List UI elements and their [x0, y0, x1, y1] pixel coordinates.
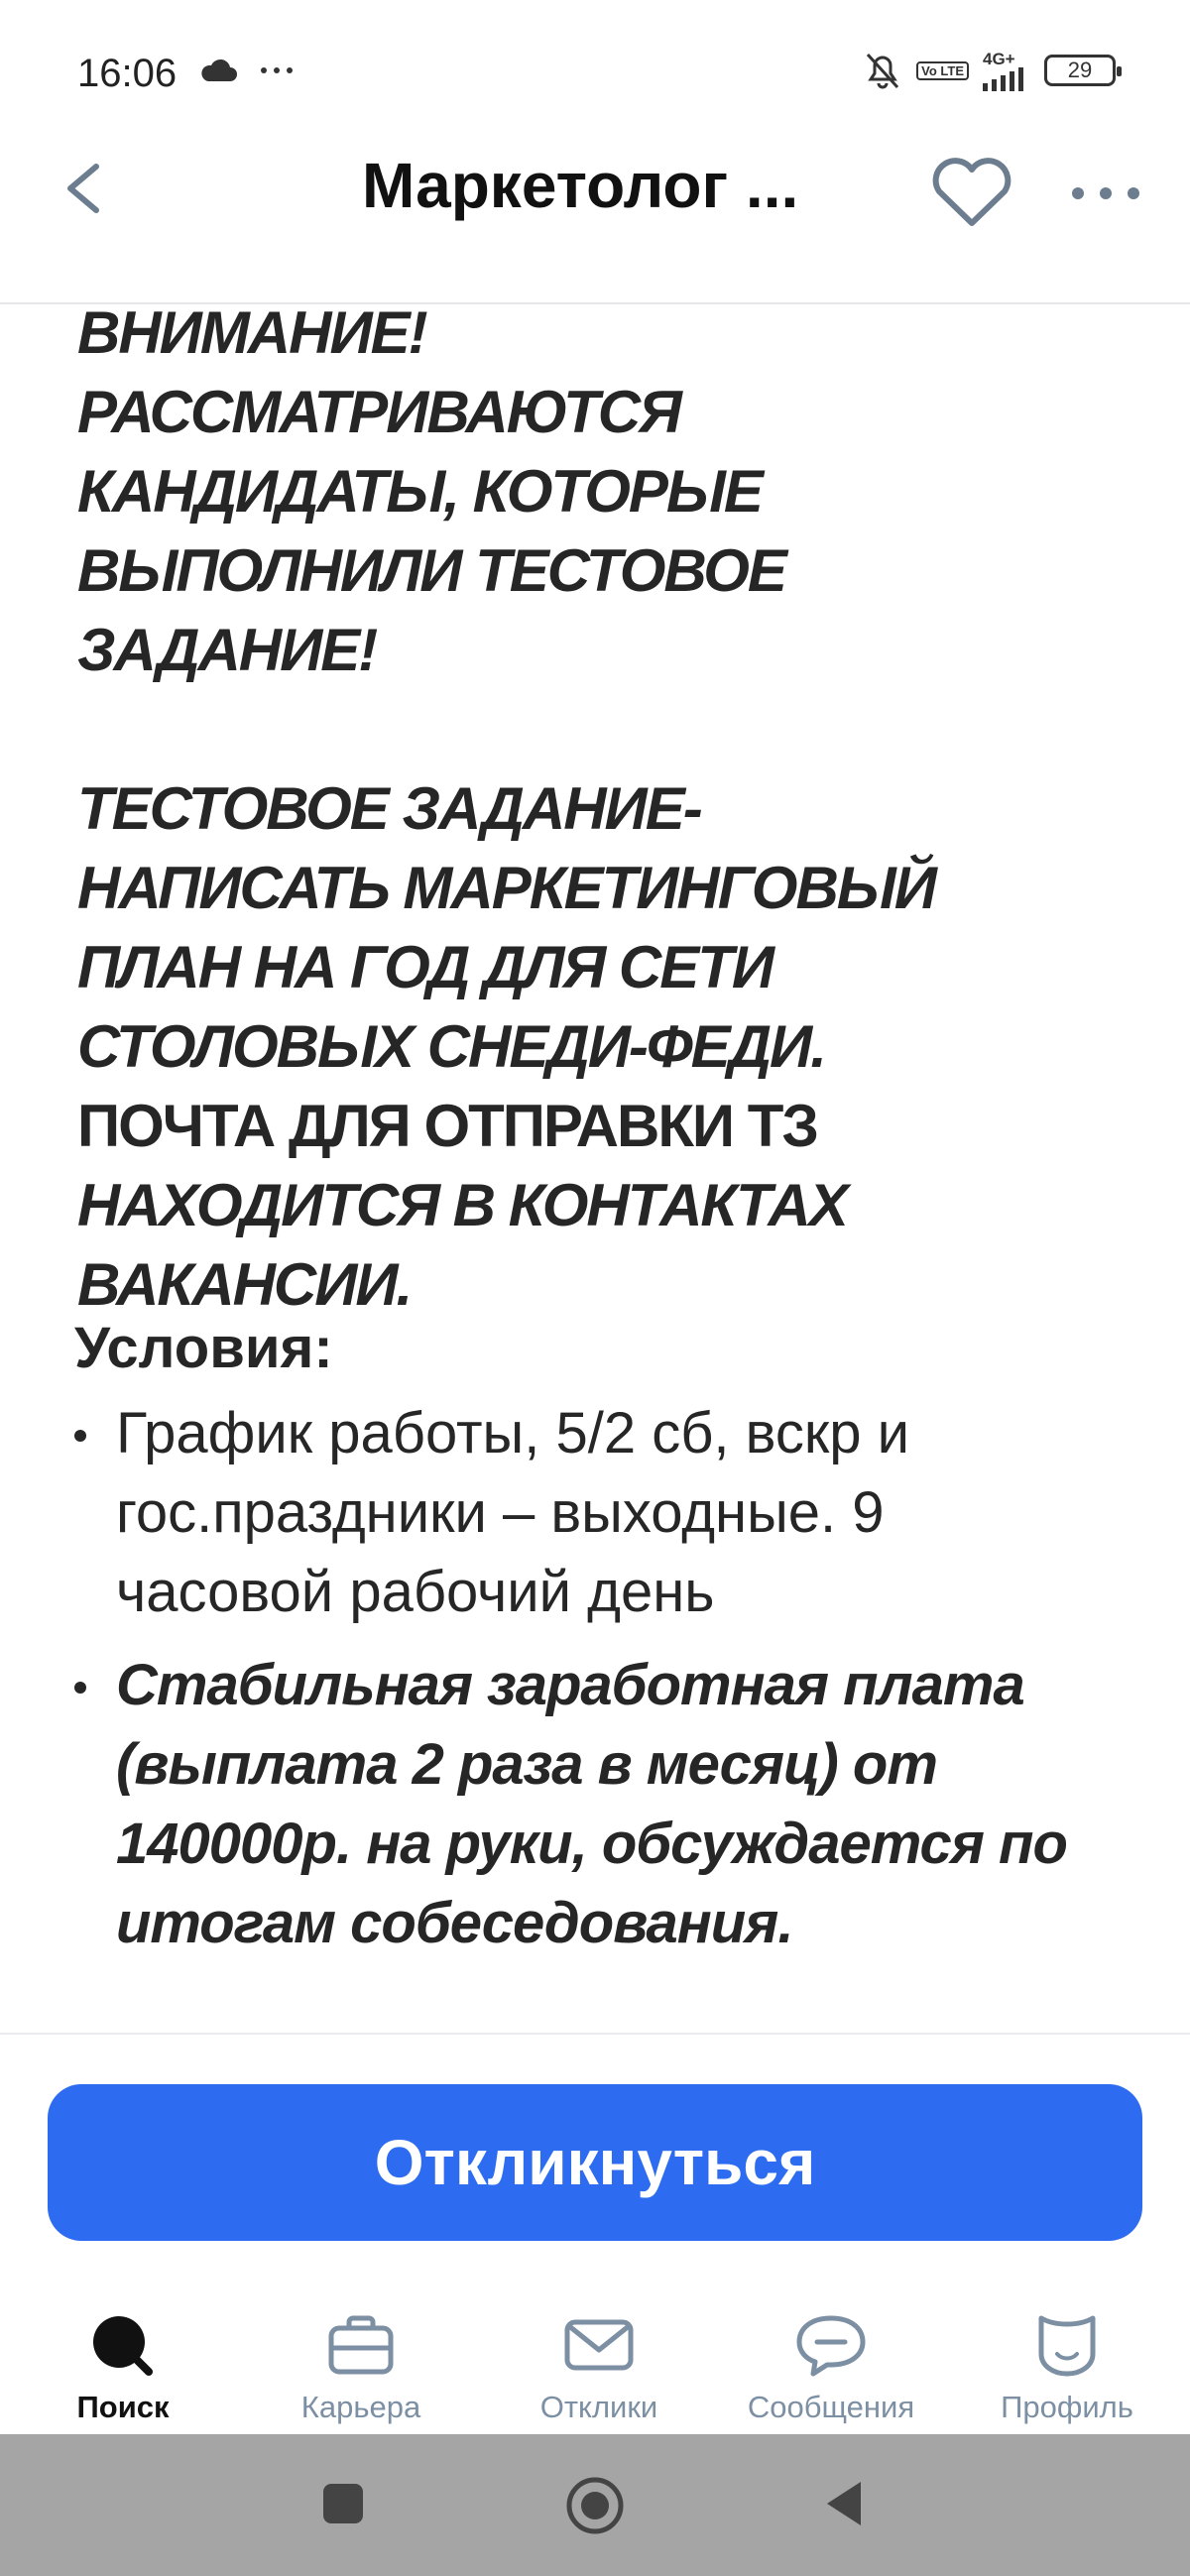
- apply-bar: Откликнуться: [0, 2033, 1190, 2292]
- list-item: График работы, 5/2 сб, вскр и гос.праздн…: [74, 1394, 1116, 1632]
- chat-bubble-icon: [796, 2315, 866, 2377]
- chevron-left-icon: [67, 164, 99, 213]
- network-label: 4G+: [983, 49, 1015, 68]
- apply-button[interactable]: Откликнуться: [48, 2084, 1142, 2241]
- tab-label: Профиль: [1001, 2390, 1133, 2424]
- notice-line: НАПИСАТЬ МАРКЕТИНГОВЫЙ: [77, 855, 937, 921]
- more-dots-icon: [261, 67, 293, 73]
- notice-line: ВАКАНСИИ.: [77, 1251, 413, 1318]
- circle-home-icon: [566, 2477, 624, 2534]
- vacancy-description: ВНИМАНИЕ! РАССМАТРИВАЮТСЯ КАНДИДАТЫ, КОТ…: [0, 303, 1190, 2033]
- heart-icon: [932, 158, 1012, 226]
- system-back-button[interactable]: [815, 2474, 875, 2538]
- status-right-icons: Vo LTE 4G+ 29: [863, 50, 1122, 91]
- cloud-icon: [201, 59, 237, 81]
- favorite-button[interactable]: [927, 154, 1016, 233]
- notice-spacer: [77, 690, 1168, 769]
- tab-career[interactable]: Карьера: [242, 2300, 480, 2434]
- envelope-icon: [564, 2319, 634, 2371]
- notice-line: ПОЧТА ДЛЯ ОТПРАВКИ ТЗ: [77, 1093, 819, 1159]
- notice-text: ВНИМАНИЕ! РАССМАТРИВАЮТСЯ КАНДИДАТЫ, КОТ…: [77, 303, 1168, 1325]
- notice-line: НАХОДИТСЯ В КОНТАКТАХ: [77, 1172, 849, 1238]
- system-navigation-bar: [0, 2434, 1190, 2576]
- tab-search[interactable]: Поиск: [4, 2300, 242, 2434]
- search-icon: [93, 2316, 153, 2376]
- conditions-heading: Условия:: [74, 1316, 333, 1380]
- tab-label: Карьера: [300, 2390, 421, 2424]
- notice-line: ПЛАН НА ГОД ДЛЯ СЕТИ: [77, 934, 774, 1000]
- notice-line: РАССМАТРИВАЮТСЯ: [77, 379, 682, 445]
- notice-line: ТЕСТОВОЕ ЗАДАНИЕ-: [77, 775, 703, 842]
- tab-label: Поиск: [76, 2390, 170, 2424]
- recents-button[interactable]: [313, 2474, 373, 2538]
- status-bar: 16:06 Vo LTE 4G+ 29: [0, 0, 1190, 139]
- notice-line: СТОЛОВЫХ СНЕДИ-ФЕДИ.: [77, 1013, 827, 1080]
- profile-face-icon: [1038, 2315, 1096, 2377]
- tab-messages[interactable]: Сообщения: [712, 2300, 950, 2434]
- conditions-list: График работы, 5/2 сб, вскр и гос.праздн…: [74, 1394, 1116, 1977]
- notice-line: ВЫПОЛНИЛИ ТЕСТОВОЕ: [77, 537, 787, 604]
- home-button[interactable]: [563, 2474, 627, 2542]
- volte-icon: Vo LTE: [916, 60, 969, 80]
- square-recents-icon: [323, 2484, 363, 2523]
- status-time: 16:06: [77, 52, 178, 95]
- bell-off-icon: [867, 53, 899, 89]
- triangle-back-icon: [827, 2482, 861, 2525]
- tab-responses[interactable]: Отклики: [480, 2300, 718, 2434]
- briefcase-icon: [328, 2315, 394, 2375]
- tab-label: Сообщения: [747, 2390, 915, 2424]
- list-item: Стабильная заработная плата (выплата 2 р…: [74, 1646, 1116, 1963]
- bottom-navigation: Поиск Карьера Отклики Сообщения Профиль: [0, 2290, 1190, 2434]
- notice-line: ВНИМАНИЕ!: [77, 303, 428, 366]
- signal-icon: 4G+: [983, 51, 1030, 91]
- page-title: Маркетолог ...: [362, 150, 799, 221]
- tab-label: Отклики: [539, 2390, 658, 2424]
- battery-level: 29: [1067, 58, 1093, 82]
- more-horizontal-icon: [1072, 187, 1139, 199]
- battery-icon: 29: [1044, 55, 1122, 86]
- status-left-icons: [198, 58, 294, 83]
- more-options-button[interactable]: [1066, 164, 1145, 223]
- notice-line: КАНДИДАТЫ, КОТОРЫЕ: [77, 458, 764, 525]
- tab-profile[interactable]: Профиль: [948, 2300, 1186, 2434]
- notice-line: ЗАДАНИЕ!: [77, 617, 378, 683]
- back-button[interactable]: [55, 149, 114, 228]
